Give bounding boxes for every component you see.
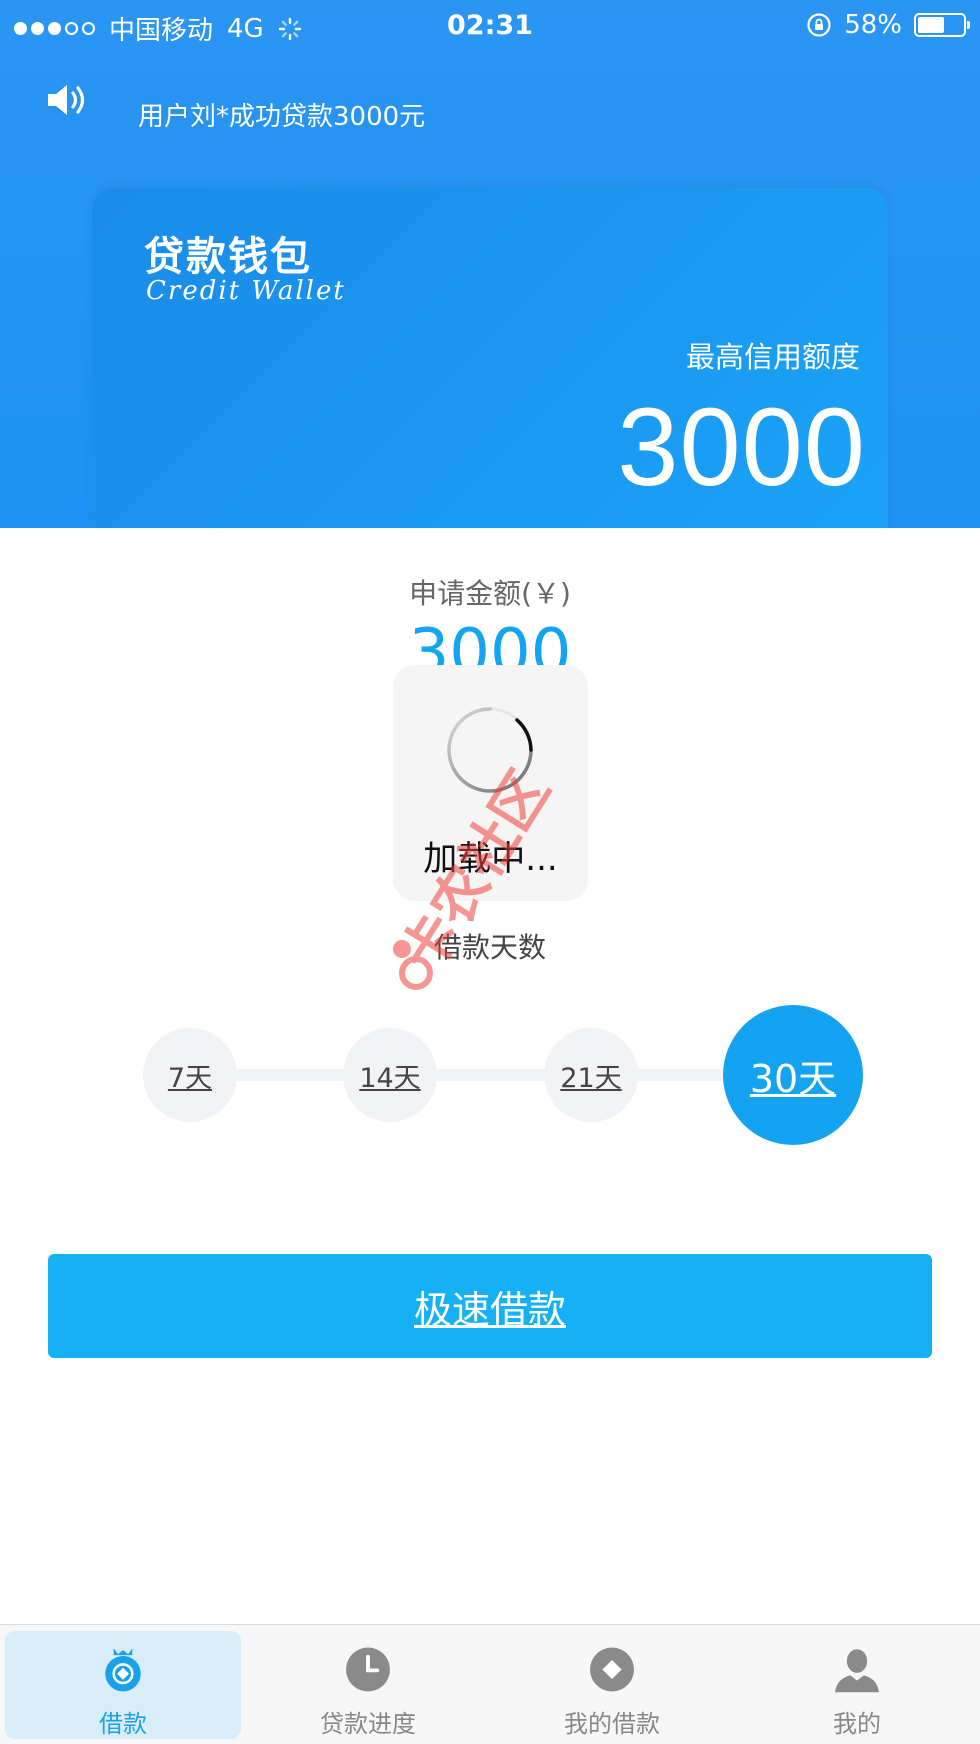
apply-amount-label: 申请金额(￥) — [409, 577, 571, 610]
day-option-7[interactable]: 7天 — [143, 1028, 237, 1122]
tab-my-loans[interactable]: 我的借款 — [494, 1631, 730, 1739]
days-track — [190, 1069, 790, 1081]
loading-spinner-icon — [447, 707, 533, 793]
loan-days-label: 借款天数 — [433, 931, 546, 964]
credit-limit-value: 3000 — [617, 386, 866, 509]
loading-overlay: 加载中... — [393, 665, 588, 901]
hero-header: 中国移动 4G 02:31 58% 用户刘*成功贷款3000元 贷款钱包 Cre… — [0, 0, 980, 528]
card-title: 贷款钱包 — [144, 234, 312, 280]
credit-card: 贷款钱包 Credit Wallet 最高信用额度 3000 — [92, 188, 888, 528]
notice-text: 用户刘*成功贷款3000元 — [138, 102, 426, 132]
person-icon — [835, 1649, 879, 1693]
day-option-21[interactable]: 21天 — [544, 1028, 638, 1122]
status-bar: 中国移动 4G 02:31 58% — [0, 0, 980, 52]
tab-label: 贷款进度 — [320, 1710, 416, 1738]
clock-icon — [346, 1647, 390, 1692]
status-right: 58% — [806, 10, 970, 40]
battery-percent: 58% — [844, 10, 902, 40]
tab-loan[interactable]: 借款 — [5, 1631, 241, 1739]
tab-loan-progress[interactable]: 贷款进度 — [250, 1631, 486, 1739]
wallet-bag-icon — [105, 1648, 141, 1692]
loading-text: 加载中... — [423, 839, 558, 879]
notice-bar: 用户刘*成功贷款3000元 — [46, 78, 425, 132]
apply-amount-value[interactable]: 3000 — [0, 612, 980, 668]
bottom-tab-bar: 借款 贷款进度 我的借款 我的 — [0, 1624, 980, 1744]
quick-loan-button[interactable]: 极速借款 — [48, 1254, 932, 1358]
credit-limit-label: 最高信用额度 — [685, 340, 860, 374]
tab-label: 我的 — [833, 1710, 881, 1738]
battery-icon — [914, 13, 970, 37]
speaker-icon — [48, 85, 85, 115]
card-subtitle: Credit Wallet — [146, 276, 346, 306]
tab-label: 我的借款 — [564, 1710, 660, 1738]
day-option-14[interactable]: 14天 — [343, 1028, 437, 1122]
tab-label: 借款 — [99, 1710, 147, 1738]
tab-me[interactable]: 我的 — [739, 1631, 975, 1739]
battery-fill — [918, 17, 944, 33]
rotation-lock-icon — [807, 13, 831, 37]
day-option-30[interactable]: 30天 — [723, 1005, 863, 1145]
diamond-icon — [590, 1647, 634, 1692]
